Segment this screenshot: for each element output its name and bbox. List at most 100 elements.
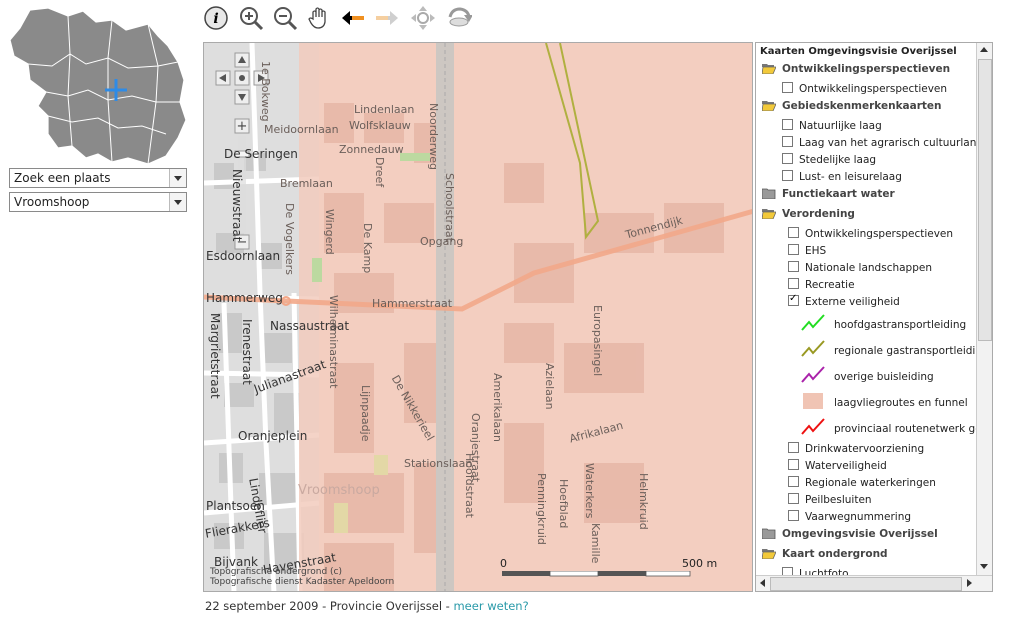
street-label: De Kamp: [361, 223, 374, 274]
legend-label: Verordening: [782, 208, 855, 220]
street-label: Meidoornlaan: [264, 123, 339, 136]
footer-text: 22 september 2009 - Provincie Overijssel…: [205, 599, 454, 613]
street-label: Zonnedauw: [339, 143, 404, 156]
line-swatch-icon: [801, 340, 825, 357]
legend-horizontal-scrollbar[interactable]: [756, 575, 992, 591]
legend-vertical-scrollbar[interactable]: [976, 43, 992, 591]
legend-layer[interactable]: Regionale waterkeringen: [788, 476, 936, 489]
legend-group[interactable]: Kaart ondergrond: [762, 547, 888, 560]
place-search-select[interactable]: Zoek een plaats: [9, 168, 187, 188]
layer-checkbox[interactable]: [782, 82, 793, 93]
legend-layer[interactable]: Lust- en leisurelaag: [782, 170, 902, 183]
legend-group[interactable]: Ontwikkelingsperspectieven: [762, 62, 950, 75]
street-label: Hammerweg: [206, 291, 283, 305]
legend-layer[interactable]: Waterveiligheid: [788, 459, 887, 472]
legend-label: Ontwikkelingsperspectieven: [799, 83, 948, 95]
scroll-up-icon[interactable]: [980, 47, 988, 52]
refresh-button[interactable]: [446, 5, 473, 31]
zoom-in-button[interactable]: [238, 5, 264, 31]
map-view[interactable]: + − 1e Bokweg Lindenlaan Meidoornlaan Wolfs…: [203, 42, 753, 592]
svg-text:+: +: [237, 119, 248, 134]
more-info-link[interactable]: meer weten?: [453, 599, 528, 613]
legend-label: Lust- en leisurelaag: [799, 171, 902, 183]
legend-layer[interactable]: Drinkwatervoorziening: [788, 442, 924, 455]
pan-button[interactable]: [306, 5, 332, 31]
map-copyright-2: Topografische dienst Kadaster Apeldoorn: [210, 577, 395, 587]
province-overview-map[interactable]: [8, 6, 188, 166]
layer-checkbox[interactable]: [788, 278, 799, 289]
street-label: Azielaan: [543, 363, 556, 410]
scroll-right-icon[interactable]: [967, 579, 972, 587]
place-select[interactable]: Vroomshoop: [9, 192, 187, 212]
layer-checkbox[interactable]: [788, 244, 799, 255]
folder-open-icon[interactable]: [762, 207, 776, 219]
layer-checkbox[interactable]: [788, 493, 799, 504]
folder-open-icon[interactable]: [762, 99, 776, 111]
legend-layer[interactable]: Stedelijke laag: [782, 153, 876, 166]
street-label: Oranjeplein: [238, 429, 308, 443]
legend-symbol: regionale gastransportleiding: [800, 338, 989, 360]
legend-symbol: provinciaal routenetwerk gevaarlijke sto…: [800, 416, 992, 438]
layer-checkbox[interactable]: [788, 293, 799, 306]
legend-layer[interactable]: Natuurlijke laag: [782, 119, 882, 132]
legend-label: Gebiedskenmerkenkaarten: [782, 100, 942, 112]
scroll-h-thumb[interactable]: [770, 577, 962, 591]
arrow-right-icon: [376, 11, 398, 25]
street-label: Hammerstraat: [372, 297, 453, 310]
street-label: Wingerd: [323, 209, 336, 255]
street-label: Bremlaan: [280, 177, 333, 190]
folder-closed-icon[interactable]: [762, 187, 776, 199]
chevron-down-icon[interactable]: [169, 169, 186, 187]
legend-symbol: overige buisleiding: [800, 364, 934, 386]
street-label: Margrietstraat: [208, 313, 222, 399]
legend-layer[interactable]: Recreatie: [788, 278, 855, 291]
street-label: Helmkruid: [637, 473, 650, 530]
street-label: De Seringen: [224, 147, 298, 161]
back-button[interactable]: [340, 5, 366, 31]
folder-open-icon[interactable]: [762, 62, 776, 74]
zoom-out-button[interactable]: [272, 5, 298, 31]
layer-checkbox[interactable]: [782, 153, 793, 164]
place-select-value: Vroomshoop: [14, 195, 90, 209]
legend-label: hoofdgastransportleiding: [834, 319, 967, 331]
legend-layer[interactable]: Laag van het agrarisch cultuurlandschap: [782, 136, 992, 149]
legend-layer[interactable]: EHS: [788, 244, 826, 257]
layer-checkbox[interactable]: [788, 459, 799, 470]
legend-group[interactable]: Gebiedskenmerkenkaarten: [762, 99, 942, 112]
layer-checkbox[interactable]: [782, 136, 793, 147]
legend-label: Vaarwegnummering: [805, 511, 912, 523]
map-copyright-1: Topografische ondergrond (c): [210, 567, 343, 577]
legend-layer[interactable]: Peilbesluiten: [788, 493, 872, 506]
zoom-in-icon: [240, 7, 264, 31]
layer-checkbox[interactable]: [782, 170, 793, 181]
legend-group[interactable]: Functiekaart water: [762, 187, 895, 200]
scroll-down-icon[interactable]: [980, 564, 988, 569]
layer-legend-panel[interactable]: Kaarten Omgevingsvisie Overijssel Ontwik…: [755, 42, 993, 592]
forward-button[interactable]: [374, 5, 400, 31]
legend-layer[interactable]: Ontwikkelingsperspectieven: [782, 82, 947, 95]
full-extent-button[interactable]: [410, 5, 436, 31]
info-button[interactable]: i: [203, 5, 229, 31]
street-label: Schoolstraat: [443, 173, 456, 242]
legend-group[interactable]: Omgevingsvisie Overijssel: [762, 527, 938, 540]
scroll-left-icon[interactable]: [760, 579, 765, 587]
legend-label: Peilbesluiten: [805, 494, 872, 506]
legend-layer[interactable]: Ontwikkelingsperspectieven: [788, 227, 953, 240]
layer-checkbox[interactable]: [788, 510, 799, 521]
legend-layer[interactable]: Vaarwegnummering: [788, 510, 911, 523]
scroll-thumb[interactable]: [978, 59, 992, 341]
folder-closed-icon[interactable]: [762, 527, 776, 539]
chevron-down-icon[interactable]: [169, 193, 186, 211]
zoom-out-icon: [274, 7, 298, 31]
street-label: Opgang: [420, 235, 464, 248]
legend-layer[interactable]: Nationale landschappen: [788, 261, 932, 274]
layer-checkbox[interactable]: [782, 119, 793, 130]
folder-open-icon[interactable]: [762, 547, 776, 559]
legend-group[interactable]: Verordening: [762, 207, 855, 220]
legend-layer[interactable]: Externe veiligheid: [788, 293, 900, 308]
area-swatch-icon: [803, 393, 823, 409]
layer-checkbox[interactable]: [788, 261, 799, 272]
layer-checkbox[interactable]: [788, 442, 799, 453]
layer-checkbox[interactable]: [788, 476, 799, 487]
layer-checkbox[interactable]: [788, 227, 799, 238]
